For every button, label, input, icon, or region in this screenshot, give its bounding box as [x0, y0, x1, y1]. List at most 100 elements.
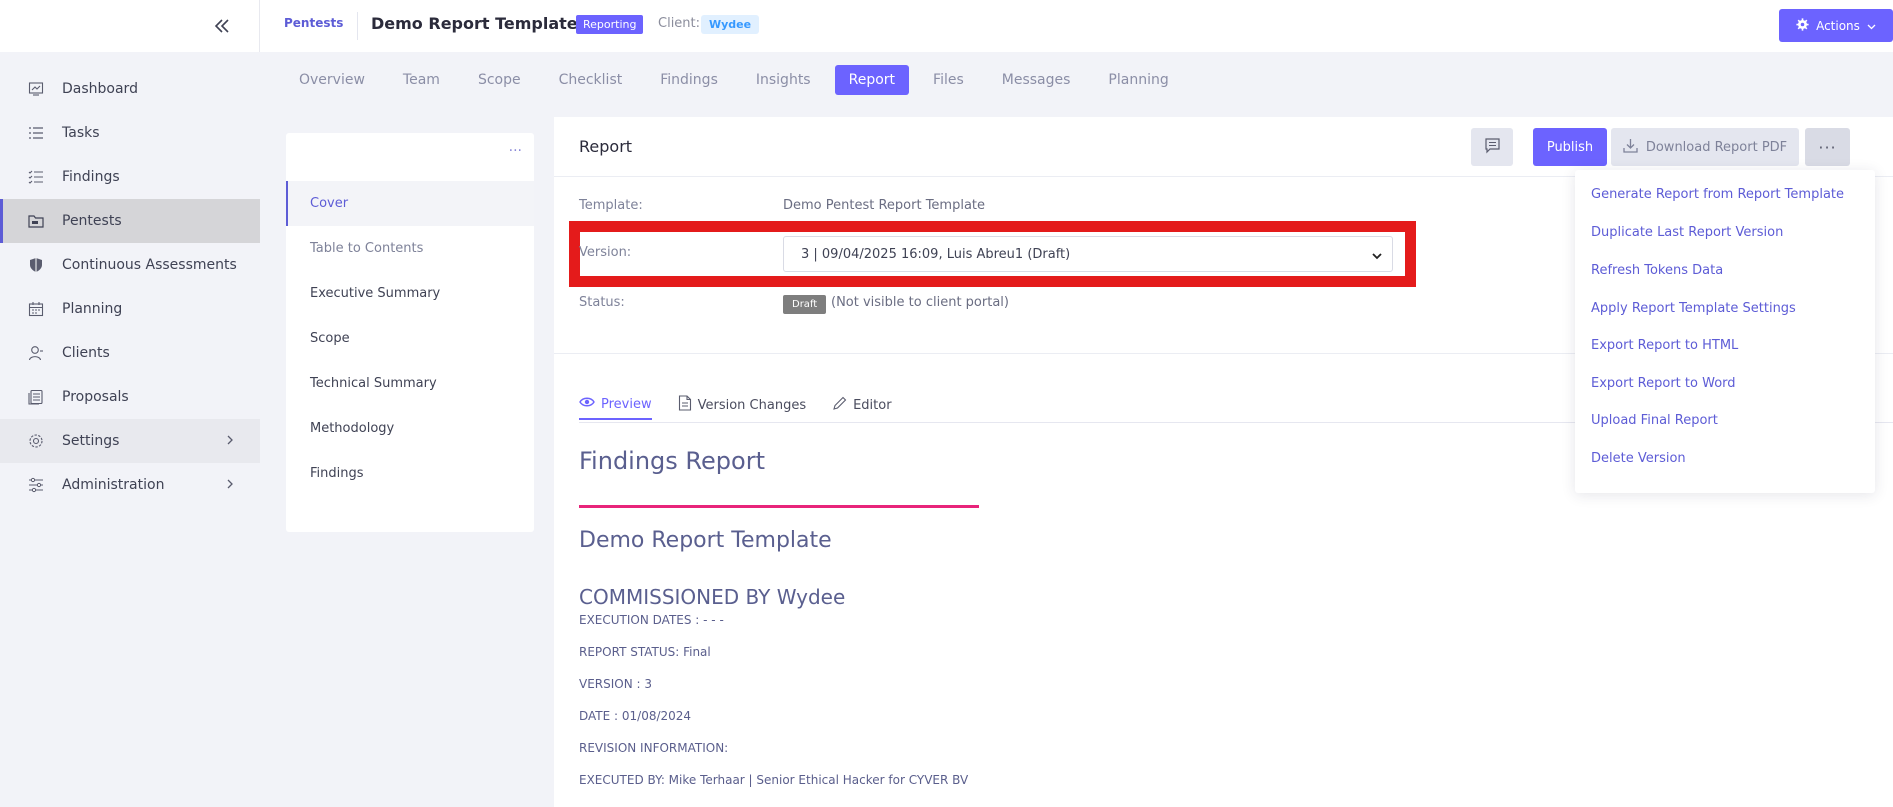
template-label: Template: [579, 198, 643, 213]
gear-icon [1796, 17, 1809, 34]
checklist-icon [28, 169, 44, 185]
tab-editor[interactable]: Editor [832, 390, 892, 420]
more-actions-dropdown: Generate Report from Report Template Dup… [1575, 170, 1875, 493]
tab-preview[interactable]: Preview [579, 390, 652, 420]
download-label: Download Report PDF [1645, 139, 1788, 155]
sidebar-item-administration[interactable]: Administration [0, 463, 260, 507]
eye-icon [579, 396, 595, 412]
actions-button[interactable]: Actions [1779, 9, 1893, 42]
chevron-right-icon [226, 434, 234, 450]
menu-item-duplicate-version[interactable]: Duplicate Last Report Version [1591, 225, 1783, 240]
document-icon [678, 395, 692, 415]
sidebar-item-label: Pentests [62, 213, 122, 229]
sidebar-item-tasks[interactable]: Tasks [0, 111, 260, 155]
report-preview: Findings Report Demo Report Template COM… [579, 447, 1779, 792]
user-icon [28, 345, 44, 361]
draft-badge: Draft [783, 295, 827, 314]
section-item-findings[interactable]: Findings [286, 451, 534, 496]
sidebar-item-proposals[interactable]: Proposals [0, 375, 260, 419]
sidebar-item-label: Continuous Assessments [62, 257, 237, 273]
more-options-icon[interactable]: ··· [509, 143, 522, 159]
sidebar-item-settings[interactable]: Settings [0, 419, 260, 463]
sidebar-item-findings[interactable]: Findings [0, 155, 260, 199]
client-label: Client: [658, 16, 701, 31]
preview-line: EXECUTED BY: Mike Terhaar | Senior Ethic… [579, 773, 969, 787]
comment-icon [1484, 137, 1501, 158]
menu-item-apply-template-settings[interactable]: Apply Report Template Settings [1591, 301, 1796, 316]
sidebar: Dashboard Tasks Findings Pentests Contin… [0, 0, 260, 807]
section-item-cover[interactable]: Cover [286, 181, 534, 226]
pencil-icon [832, 396, 847, 415]
section-item-methodology[interactable]: Methodology [286, 406, 534, 451]
comments-button[interactable] [1471, 128, 1513, 166]
tab-version-changes[interactable]: Version Changes [678, 390, 806, 420]
report-title: Report [579, 137, 633, 156]
preview-rule [579, 505, 979, 508]
pentest-tabs: Overview Team Scope Checklist Findings I… [285, 65, 1193, 95]
preview-subheading: Demo Report Template [579, 528, 832, 553]
list-icon [28, 125, 44, 141]
tab-messages[interactable]: Messages [988, 65, 1085, 95]
status-note: (Not visible to client portal) [831, 295, 1009, 310]
breadcrumb-divider [357, 12, 358, 40]
menu-item-export-html[interactable]: Export Report to HTML [1591, 338, 1738, 353]
preview-line: EXECUTION DATES : - - - [579, 613, 724, 627]
sidebar-item-clients[interactable]: Clients [0, 331, 260, 375]
tab-checklist[interactable]: Checklist [545, 65, 637, 95]
tab-findings[interactable]: Findings [646, 65, 732, 95]
section-item-technical-summary[interactable]: Technical Summary [286, 361, 534, 406]
download-report-pdf-button[interactable]: Download Report PDF [1611, 128, 1799, 166]
section-item-table-of-contents[interactable]: Table to Contents [286, 226, 534, 271]
sidebar-nav: Dashboard Tasks Findings Pentests Contin… [0, 67, 260, 507]
more-actions-button[interactable]: ··· [1805, 128, 1850, 166]
status-label: Status: [579, 295, 625, 310]
template-value: Demo Pentest Report Template [783, 198, 986, 213]
report-view-tabs: Preview Version Changes Editor [579, 390, 918, 422]
breadcrumb-pentests[interactable]: Pentests [284, 16, 343, 30]
menu-item-upload-final-report[interactable]: Upload Final Report [1591, 413, 1718, 428]
sidebar-item-label: Dashboard [62, 81, 138, 97]
tab-files[interactable]: Files [919, 65, 978, 95]
version-label: Version: [579, 245, 632, 260]
preview-commissioned: COMMISSIONED BY Wydee [579, 585, 846, 609]
section-item-scope[interactable]: Scope [286, 316, 534, 361]
tab-label: Version Changes [697, 397, 807, 413]
sidebar-item-dashboard[interactable]: Dashboard [0, 67, 260, 111]
preview-line: VERSION : 3 [579, 677, 653, 691]
stack-icon [28, 389, 44, 405]
preview-line: DATE : 01/08/2024 [579, 709, 692, 723]
tab-scope[interactable]: Scope [464, 65, 535, 95]
client-badge[interactable]: Wydee [701, 15, 760, 34]
version-select-value: 3 | 09/04/2025 16:09, Luis Abreu1 (Draft… [801, 246, 1071, 262]
tab-insights[interactable]: Insights [742, 65, 825, 95]
menu-item-delete-version[interactable]: Delete Version [1591, 451, 1686, 466]
tab-report[interactable]: Report [834, 65, 910, 95]
chevron-down-icon [1372, 249, 1382, 264]
sidebar-item-planning[interactable]: Planning [0, 287, 260, 331]
menu-item-export-word[interactable]: Export Report to Word [1591, 376, 1736, 391]
sidebar-item-pentests[interactable]: Pentests [0, 199, 260, 243]
sidebar-item-continuous-assessments[interactable]: Continuous Assessments [0, 243, 260, 287]
chevron-down-icon [1867, 19, 1876, 33]
sidebar-item-label: Clients [62, 345, 110, 361]
tab-planning[interactable]: Planning [1094, 65, 1182, 95]
sidebar-item-label: Proposals [62, 389, 129, 405]
sidebar-item-label: Findings [62, 169, 120, 185]
menu-item-generate-report[interactable]: Generate Report from Report Template [1591, 187, 1844, 202]
tab-overview[interactable]: Overview [285, 65, 379, 95]
preview-line: REPORT STATUS: Final [579, 645, 711, 659]
chart-icon [28, 81, 44, 97]
report-sections-list: Cover Table to Contents Executive Summar… [286, 181, 534, 496]
sidebar-item-label: Settings [62, 433, 120, 449]
sliders-icon [28, 477, 44, 493]
menu-item-refresh-tokens[interactable]: Refresh Tokens Data [1591, 263, 1723, 278]
version-select[interactable]: 3 | 09/04/2025 16:09, Luis Abreu1 (Draft… [783, 236, 1393, 272]
section-item-executive-summary[interactable]: Executive Summary [286, 271, 534, 316]
collapse-sidebar-icon[interactable] [210, 14, 234, 38]
tab-team[interactable]: Team [389, 65, 454, 95]
actions-label: Actions [1816, 18, 1860, 33]
download-icon [1623, 138, 1638, 157]
shield-icon [28, 257, 44, 273]
publish-button[interactable]: Publish [1533, 128, 1607, 166]
sidebar-item-label: Tasks [62, 125, 100, 141]
